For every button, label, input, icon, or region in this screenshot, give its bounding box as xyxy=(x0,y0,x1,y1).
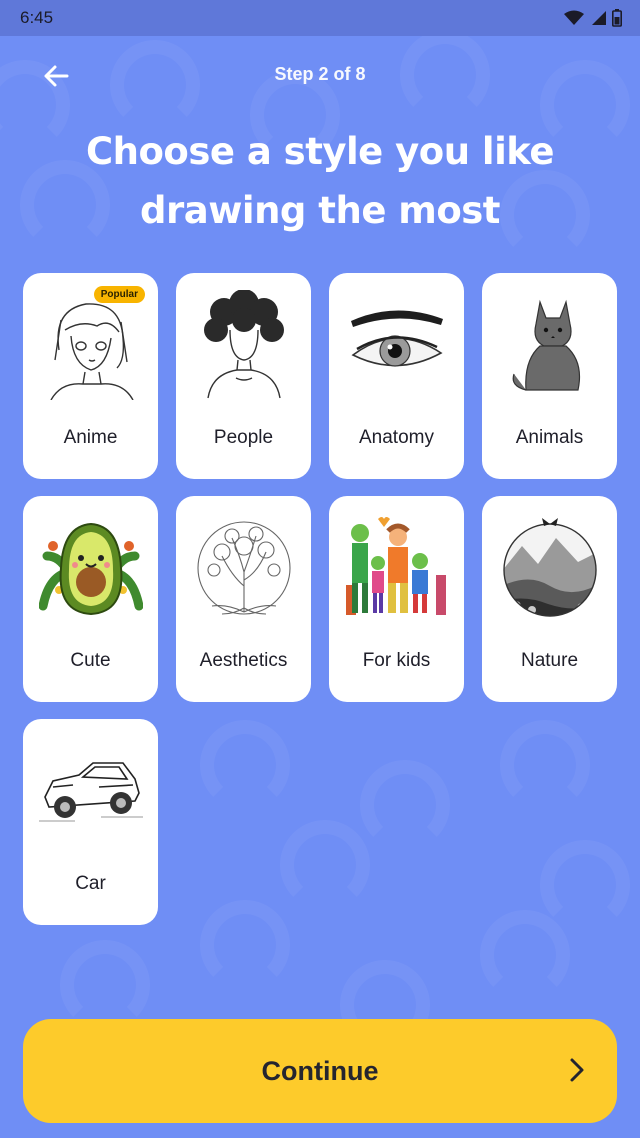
style-label: Nature xyxy=(520,650,579,671)
page-title: Choose a style you like drawing the most xyxy=(40,122,600,240)
style-grid: Popular Anime People Anatomy Animals Cut… xyxy=(23,273,617,925)
landscape-circle-sketch xyxy=(495,508,605,628)
style-card-aesthetics[interactable]: Aesthetics xyxy=(176,496,311,702)
tree-of-life-sketch xyxy=(189,508,299,628)
style-label: Anatomy xyxy=(359,427,434,448)
avocado-illustration xyxy=(36,508,146,628)
top-bar: Step 2 of 8 xyxy=(0,52,640,96)
popular-badge: Popular xyxy=(93,286,145,303)
curly-hair-woman-sketch xyxy=(189,285,299,405)
status-bar: 6:45 xyxy=(0,0,640,36)
style-card-anime[interactable]: Popular Anime xyxy=(23,273,158,479)
style-card-anatomy[interactable]: Anatomy xyxy=(329,273,464,479)
continue-button[interactable]: Continue xyxy=(23,1019,617,1123)
anime-girl-sketch xyxy=(36,285,146,405)
style-card-animals[interactable]: Animals xyxy=(482,273,617,479)
status-time: 6:45 xyxy=(20,8,54,27)
car-sketch xyxy=(36,731,146,851)
page-title-line-2: drawing the most xyxy=(140,189,500,232)
signal-icon xyxy=(592,11,606,25)
continue-label: Continue xyxy=(261,1055,379,1086)
style-label: Anime xyxy=(63,427,118,448)
style-label: People xyxy=(213,427,274,448)
style-label: Cute xyxy=(70,650,111,671)
battery-icon xyxy=(612,9,622,27)
status-icons xyxy=(564,9,622,27)
style-label: For kids xyxy=(362,650,431,671)
chevron-right-icon xyxy=(570,1058,584,1082)
style-card-for-kids[interactable]: For kids xyxy=(329,496,464,702)
style-card-nature[interactable]: Nature xyxy=(482,496,617,702)
page-title-line-1: Choose a style you like xyxy=(85,130,555,173)
step-indicator: Step 2 of 8 xyxy=(274,64,366,84)
style-card-car[interactable]: Car xyxy=(23,719,158,925)
cat-sketch xyxy=(495,285,605,405)
style-card-cute[interactable]: Cute xyxy=(23,496,158,702)
style-label: Animals xyxy=(515,427,584,448)
style-card-people[interactable]: People xyxy=(176,273,311,479)
style-label: Car xyxy=(75,873,106,894)
family-crayon-drawing xyxy=(342,508,452,628)
wifi-icon xyxy=(564,10,584,25)
style-label: Aesthetics xyxy=(199,650,288,671)
eye-sketch xyxy=(342,285,452,405)
